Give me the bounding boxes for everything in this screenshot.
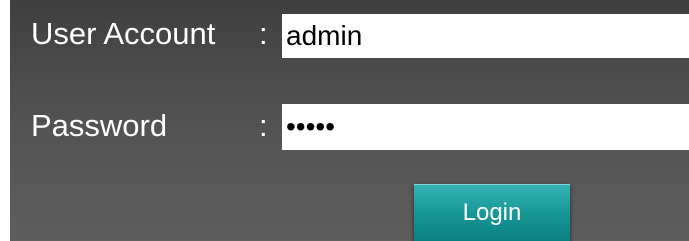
user-account-input[interactable] [282, 14, 689, 58]
password-label: Password [31, 108, 168, 143]
login-panel: User Account : Password : Login [10, 0, 689, 241]
login-button[interactable]: Login [414, 184, 570, 241]
password-colon: : [259, 108, 268, 143]
user-account-label: User Account [31, 16, 216, 51]
password-input[interactable] [282, 104, 689, 150]
user-account-colon: : [259, 16, 268, 51]
